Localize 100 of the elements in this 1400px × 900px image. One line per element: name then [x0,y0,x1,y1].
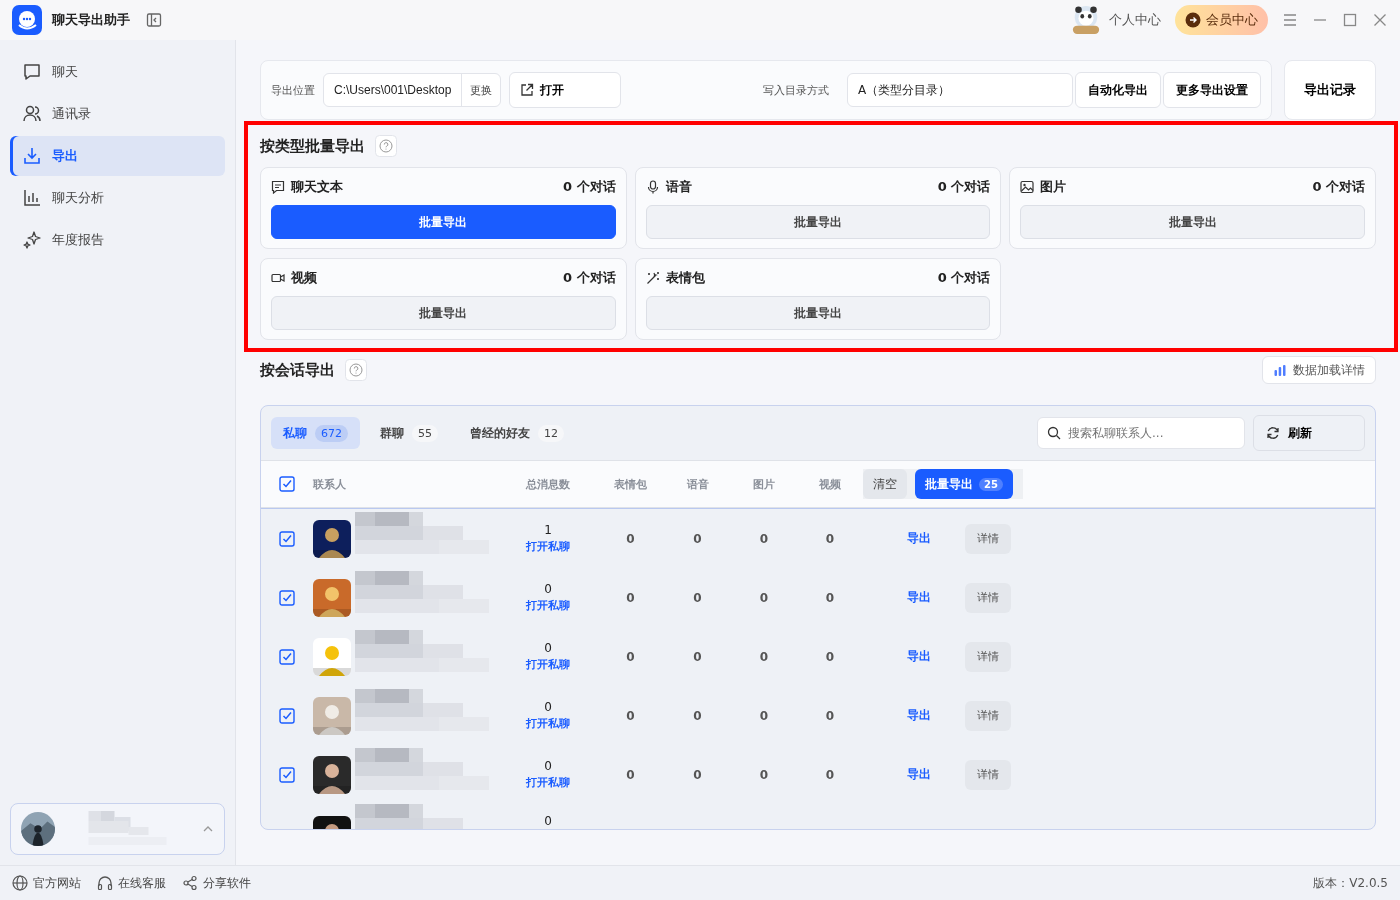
table-cell: 0 [626,708,635,723]
open-chat-link[interactable]: 打开私聊 [526,539,570,554]
batch-export-button[interactable]: 批量导出 [645,296,991,330]
batch-export-button[interactable]: 批量导出 25 [915,469,1013,499]
table-cell: 0 [693,767,702,782]
message-total: 0 [544,641,552,655]
conversation-count: 0 个对话 [563,269,616,287]
personal-center-link[interactable]: 个人中心 [1109,11,1161,29]
export-link[interactable]: 导出 [907,648,931,665]
table-cell: 0 [693,531,702,546]
column-header: 视频 [819,476,841,492]
footer-link[interactable]: 在线客服 [97,874,166,892]
column-header: 联系人 [313,476,346,492]
load-details-button[interactable]: 数据加载详情 [1262,356,1376,384]
table-cell: 0 [825,767,835,782]
details-button[interactable]: 详情 [965,523,1011,554]
table-cell: 0 [759,649,769,664]
refresh-icon [1266,426,1280,440]
export-link[interactable]: 导出 [907,766,931,783]
video-camera-icon [271,271,285,285]
batch-export-button[interactable]: 批量导出 [645,205,991,239]
export-path-field[interactable]: C:\Users\001\Desktop 更换 [323,73,502,107]
open-chat-link[interactable]: 打开私聊 [526,598,570,613]
export-link[interactable]: 导出 [907,707,931,724]
batch-export-button[interactable]: 批量导出 [271,205,616,239]
details-button[interactable]: 详情 [965,759,1011,790]
details-button[interactable]: 详情 [965,641,1011,672]
table-cell: 0 [825,531,835,546]
chat-type-tab[interactable]: 私聊 672 [271,417,360,449]
type-label: 聊天文本 [291,178,343,196]
table-cell: 0 [825,708,835,723]
bar-chart-icon [1273,363,1287,377]
checkbox[interactable] [279,766,295,783]
globe-icon [12,875,28,891]
sidebar-item[interactable]: 聊天 [10,52,225,92]
more-settings-button[interactable]: 更多导出设置 [1163,72,1261,108]
table-cell: 0 [693,708,702,723]
directory-mode-label: 写入目录方式 [763,82,829,98]
change-button[interactable]: 更换 [461,74,501,106]
batch-export-button[interactable]: 批量导出 [271,296,616,330]
footer-link[interactable]: 分享软件 [182,874,251,892]
maximize-icon[interactable] [1342,12,1358,28]
table-cell: 0 [759,590,769,605]
search-icon [1047,426,1061,440]
checkbox[interactable] [279,648,295,665]
directory-mode-select[interactable]: A（类型分目录） [847,73,1073,107]
open-folder-button[interactable]: 打开 [509,72,622,108]
sidebar-item[interactable]: 导出 [10,136,225,176]
clear-button[interactable]: 清空 [863,469,907,499]
version-text: 版本：V2.0.5 [1313,874,1388,892]
details-button[interactable]: 详情 [965,700,1011,731]
chat-type-tab[interactable]: 曾经的好友 12 [458,417,576,449]
checkbox[interactable] [279,707,295,724]
table-cell: 0 [626,590,635,605]
message-total: 0 [544,582,552,596]
export-location-label: 导出位置 [271,82,315,98]
headphones-icon [97,875,113,891]
conversation-count: 0 个对话 [563,178,616,196]
table-cell: 0 [759,708,769,723]
vip-center-button[interactable]: 会员中心 [1175,5,1268,35]
table-cell: 0 [626,649,635,664]
export-records-button[interactable]: 导出记录 [1284,60,1376,120]
footer-link[interactable]: 官方网站 [12,874,81,892]
arrow-right-icon [1185,12,1201,28]
table-cell: 0 [626,767,635,782]
message-total: 1 [544,523,552,537]
export-link[interactable]: 导出 [907,530,931,547]
chat-bubble-icon [22,62,42,82]
checkbox[interactable] [279,476,295,492]
table-cell: 0 [759,767,769,782]
close-icon[interactable] [1372,12,1388,28]
sidebar-item[interactable]: 通讯录 [10,94,225,134]
checkbox[interactable] [279,589,295,606]
section-title: 按会话导出 [260,360,335,380]
collapse-sidebar-icon[interactable] [146,12,162,28]
contacts-icon [22,104,42,124]
chat-type-tab[interactable]: 群聊 55 [368,417,450,449]
open-chat-link[interactable]: 打开私聊 [526,657,570,672]
type-label: 图片 [1040,178,1067,196]
sidebar-item[interactable]: 聊天分析 [10,178,225,218]
share-icon [182,875,198,891]
app-logo [12,5,42,35]
refresh-button[interactable]: 刷新 [1253,415,1365,451]
open-chat-link[interactable]: 打开私聊 [526,775,570,790]
table-cell: 0 [626,531,635,546]
external-link-icon [520,83,535,97]
conversation-count: 0 个对话 [1312,178,1365,196]
user-card[interactable] [10,803,225,855]
checkbox[interactable] [279,530,295,547]
sidebar-item[interactable]: 年度报告 [10,220,225,260]
microphone-icon [645,180,660,194]
table-cell: 0 [825,649,835,664]
open-chat-link[interactable]: 打开私聊 [526,716,570,731]
export-link[interactable]: 导出 [907,589,931,606]
search-field[interactable]: 搜索私聊联系人... [1037,417,1245,449]
details-button[interactable]: 详情 [965,582,1011,613]
sparkle-icon [22,230,42,250]
app-title: 聊天导出助手 [52,11,130,29]
auto-export-button[interactable]: 自动化导出 [1075,72,1161,108]
batch-export-button[interactable]: 批量导出 [1020,205,1365,239]
